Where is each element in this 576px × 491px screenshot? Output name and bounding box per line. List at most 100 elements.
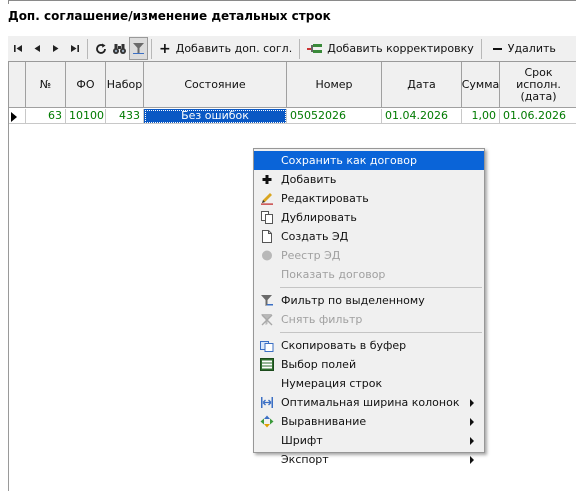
cell-date[interactable]: 01.04.2026 (382, 109, 462, 124)
panel-title: Доп. соглашение/изменение детальных стро… (8, 9, 331, 23)
menu-item-label: Экспорт (281, 453, 329, 466)
delete-label: Удалить (507, 42, 556, 55)
cell-set[interactable]: 433 (106, 109, 144, 124)
toolbar-separator (299, 38, 301, 59)
last-record-button[interactable] (65, 37, 84, 60)
cell-due[interactable]: 01.06.2026 (500, 109, 576, 124)
menu-item-label: Реестр ЭД (281, 249, 341, 262)
filter-icon (133, 43, 144, 54)
menu-item-filter-by-selection[interactable]: Фильтр по выделенному (254, 291, 484, 310)
menu-item-label: Оптимальная ширина колонок (281, 396, 460, 409)
add-correction-button[interactable]: Добавить корректировку (303, 37, 478, 60)
menu-item-label: Добавить (281, 173, 337, 186)
column-header-num[interactable]: № (26, 62, 66, 108)
column-header-due[interactable]: Срок исполн. (дата) (500, 62, 576, 108)
menu-separator (280, 332, 482, 333)
menu-item-row-numbering[interactable]: Нумерация строк (254, 374, 484, 393)
menu-item-optimal-column-width[interactable]: Оптимальная ширина колонок (254, 393, 484, 412)
align-icon (260, 415, 274, 428)
menu-item-label: Скопировать в буфер (281, 339, 407, 352)
column-header-sum[interactable]: Сумма (462, 62, 500, 108)
document-icon (262, 230, 272, 243)
submenu-arrow-icon (470, 456, 474, 464)
next-record-button[interactable] (46, 37, 65, 60)
menu-item-label: Выбор полей (281, 358, 357, 371)
submenu-arrow-icon (470, 437, 474, 445)
menu-item-label: Шрифт (281, 434, 323, 447)
menu-item-duplicate[interactable]: Дублировать (254, 208, 484, 227)
refresh-icon (95, 43, 106, 54)
first-record-button[interactable] (8, 37, 27, 60)
column-width-icon (261, 397, 273, 408)
menu-item-edit[interactable]: Редактировать (254, 189, 484, 208)
add-correction-icon (307, 43, 323, 53)
add-agreement-label: Добавить доп. согл. (175, 42, 293, 55)
cell-fo[interactable]: 10100 (66, 109, 106, 124)
grid-header: № ФО Набор Состояние Номер Дата Сумма Ср… (9, 62, 576, 108)
duplicate-icon (261, 211, 273, 224)
menu-item-label: Создать ЭД (281, 230, 349, 243)
cell-sum[interactable]: 1,00 (462, 109, 500, 124)
filter-button[interactable] (129, 37, 148, 60)
cell-state[interactable]: Без ошибок (144, 109, 287, 124)
next-record-icon (52, 45, 58, 52)
menu-item-label: Сохранить как договор (281, 154, 417, 167)
cell-num[interactable]: 63 (26, 109, 66, 124)
menu-item-label: Снять фильтр (281, 313, 363, 326)
menu-item-label: Выравнивание (281, 415, 367, 428)
delete-button[interactable]: Удалить (485, 37, 560, 60)
pencil-icon (261, 193, 273, 205)
plus-icon: + (159, 40, 171, 57)
menu-item-show-contract: Показать договор (254, 265, 484, 284)
column-header-number[interactable]: Номер (287, 62, 382, 108)
menu-item-ed-registry: Реестр ЭД (254, 246, 484, 265)
refresh-button[interactable] (91, 37, 110, 60)
plus-icon (262, 175, 272, 184)
menu-item-font[interactable]: Шрифт (254, 431, 484, 450)
prev-record-icon (34, 45, 40, 52)
current-row-arrow-icon (11, 112, 17, 122)
binoculars-icon (113, 43, 126, 54)
add-agreement-button[interactable]: + Добавить доп. согл. (155, 37, 296, 60)
menu-item-alignment[interactable]: Выравнивание (254, 412, 484, 431)
toolbar: + Добавить доп. согл. Добавить корректир… (8, 36, 576, 61)
menu-item-label: Редактировать (281, 192, 369, 205)
menu-item-create-ed[interactable]: Создать ЭД (254, 227, 484, 246)
menu-item-export[interactable]: Экспорт (254, 450, 484, 469)
toolbar-separator (87, 38, 88, 59)
table-row[interactable]: 63 10100 433 Без ошибок 05052026 01.04.2… (9, 109, 576, 124)
first-record-icon (13, 45, 22, 52)
column-header-date[interactable]: Дата (382, 62, 462, 108)
menu-item-save-as-contract[interactable]: Сохранить как договор (254, 151, 484, 170)
column-header-state[interactable]: Состояние (144, 62, 287, 108)
menu-separator (280, 287, 482, 288)
prev-record-button[interactable] (27, 37, 46, 60)
clear-filter-icon (261, 314, 273, 326)
toolbar-separator (480, 38, 482, 59)
last-record-icon (70, 45, 79, 52)
minus-icon (492, 47, 502, 50)
menu-item-select-fields[interactable]: Выбор полей (254, 355, 484, 374)
menu-item-label: Нумерация строк (281, 377, 383, 390)
menu-item-clear-filter: Снять фильтр (254, 310, 484, 329)
submenu-arrow-icon (470, 399, 474, 407)
row-indicator-header (9, 62, 26, 108)
fields-icon (260, 358, 274, 371)
row-indicator (9, 109, 26, 124)
cell-number[interactable]: 05052026 (287, 109, 382, 124)
column-header-fo[interactable]: ФО (66, 62, 106, 108)
menu-item-label: Фильтр по выделенному (281, 294, 425, 307)
menu-item-add[interactable]: Добавить (254, 170, 484, 189)
context-menu: Сохранить как договор Добавить Редактиро… (253, 148, 485, 466)
copy-icon (260, 341, 274, 352)
search-button[interactable] (110, 37, 129, 60)
registry-icon (262, 250, 272, 261)
menu-item-label: Дублировать (281, 211, 357, 224)
menu-item-copy-to-clipboard[interactable]: Скопировать в буфер (254, 336, 484, 355)
add-correction-label: Добавить корректировку (327, 42, 474, 55)
menu-item-label: Показать договор (281, 268, 386, 281)
toolbar-separator (151, 38, 152, 59)
filter-icon (261, 295, 273, 306)
column-header-set[interactable]: Набор (106, 62, 144, 108)
submenu-arrow-icon (470, 418, 474, 426)
